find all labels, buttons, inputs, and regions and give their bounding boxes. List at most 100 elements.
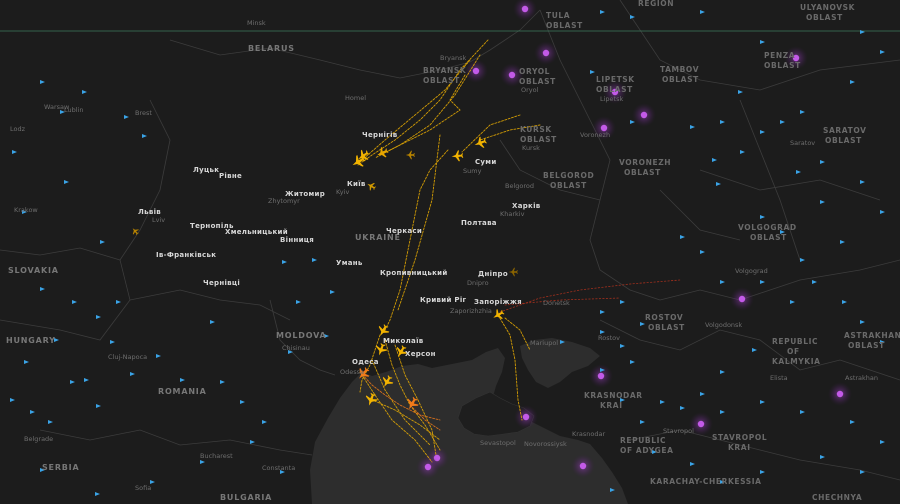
svg-text:Chisinau: Chisinau	[282, 344, 310, 352]
air-traffic-map[interactable]: BELARUS UKRAINE SLOVAKIA HUNGARY ROMANIA…	[0, 0, 900, 504]
label-belgorod-1: BELGOROD	[543, 171, 594, 180]
label-adygea-1: REPUBLIC	[620, 436, 666, 445]
label-kursk-1: KURSK	[520, 125, 552, 134]
label-lipetsk-1: LIPETSK	[596, 75, 635, 84]
label-stavropol-1: STAVROPOL	[712, 433, 767, 442]
city-chernivtsi: Чернівці	[203, 279, 240, 287]
label-tula-2: OBLAST	[546, 21, 583, 30]
svg-text:Saratov: Saratov	[790, 139, 815, 147]
svg-text:Lipetsk: Lipetsk	[600, 95, 623, 103]
svg-text:Kyiv: Kyiv	[336, 188, 349, 196]
label-tambov-1: TAMBOV	[660, 65, 699, 74]
svg-text:Homel: Homel	[345, 94, 366, 102]
city-kherson: Херсон	[405, 350, 436, 358]
label-kalmykia-3: KALMYKIA	[772, 357, 821, 366]
svg-text:Belgorod: Belgorod	[505, 182, 534, 190]
svg-text:Kharkiv: Kharkiv	[500, 210, 525, 218]
label-serbia: SERBIA	[42, 463, 79, 472]
label-oryol-1: ORYOL	[519, 67, 550, 76]
label-saratov-1: SARATOV	[823, 126, 867, 135]
label-bryansk-2: OBLAST	[423, 76, 460, 85]
city-sumy: Суми	[475, 158, 497, 166]
label-oryol-2: OBLAST	[519, 77, 556, 86]
svg-text:Zaporizhzhia: Zaporizhzhia	[450, 307, 492, 315]
svg-text:Constanta: Constanta	[262, 464, 295, 472]
svg-text:Bryansk: Bryansk	[440, 54, 466, 62]
svg-text:Zhytomyr: Zhytomyr	[268, 197, 300, 205]
map-canvas[interactable]: BELARUS UKRAINE SLOVAKIA HUNGARY ROMANIA…	[0, 0, 900, 504]
label-lipetsk-2: OBLAST	[596, 85, 633, 94]
svg-text:Lodz: Lodz	[10, 125, 26, 133]
city-odesa: Одеса	[352, 358, 379, 366]
label-adygea-2: OF ADYGEA	[620, 446, 674, 455]
city-ivano-frankivsk: Ів-Франківськ	[156, 251, 216, 259]
label-rostov-2: OBLAST	[648, 323, 685, 332]
label-volgograd-2: OBLAST	[750, 233, 787, 242]
svg-text:Belgrade: Belgrade	[24, 435, 53, 443]
city-kryvyi-rih: Кривий Ріг	[420, 296, 467, 304]
label-belgorod-2: OBLAST	[550, 181, 587, 190]
label-voronezh-1: VORONEZH	[619, 158, 671, 167]
svg-text:Astrakhan: Astrakhan	[845, 374, 878, 382]
label-belarus: BELARUS	[248, 44, 295, 53]
svg-text:Lublin: Lublin	[64, 106, 83, 114]
svg-text:Donetsk: Donetsk	[543, 299, 570, 307]
svg-text:Rostov: Rostov	[598, 334, 620, 342]
svg-text:Krasnodar: Krasnodar	[572, 430, 606, 438]
label-krasnodar-2: KRAI	[600, 401, 623, 410]
label-volgograd-1: VOLGOGRAD	[738, 223, 797, 232]
svg-text:Minsk: Minsk	[247, 19, 266, 27]
label-voronezh-2: OBLAST	[624, 168, 661, 177]
svg-text:Sumy: Sumy	[463, 167, 482, 175]
svg-text:Mariupol: Mariupol	[530, 339, 558, 347]
city-vinnytsia: Вінниця	[280, 236, 314, 244]
city-zaporizhzhia: Запоріжжя	[474, 298, 522, 306]
city-kropyvnytskyi: Кропивницький	[380, 269, 448, 277]
city-lutsk: Луцьк	[193, 166, 219, 174]
city-lviv: Львів	[138, 208, 161, 216]
svg-text:Stavropol: Stavropol	[663, 427, 694, 435]
label-penza-1: PENZA	[764, 51, 795, 60]
svg-text:Volgodonsk: Volgodonsk	[705, 321, 742, 329]
city-kharkiv: Харків	[512, 202, 541, 210]
label-stavropol-2: KRAI	[728, 443, 751, 452]
label-karachay: KARACHAY-CHERKESSIA	[650, 477, 762, 486]
svg-text:Lviv: Lviv	[152, 216, 165, 224]
label-slovakia: SLOVAKIA	[8, 266, 59, 275]
label-astrakhan-1: ASTRAKHAN	[844, 331, 900, 340]
svg-text:Oryol: Oryol	[521, 86, 539, 94]
label-region: REGION	[638, 0, 674, 8]
label-penza-2: OBLAST	[764, 61, 801, 70]
city-mykolaiv: Миколаїв	[383, 337, 424, 345]
label-kalmykia-2: OF	[787, 347, 800, 356]
svg-text:Dnipro: Dnipro	[467, 279, 489, 287]
svg-text:Sevastopol: Sevastopol	[480, 439, 516, 447]
city-rivne: Рівне	[219, 172, 242, 180]
svg-text:Brest: Brest	[135, 109, 152, 117]
svg-text:Voronezh: Voronezh	[580, 131, 610, 139]
label-saratov-2: OBLAST	[825, 136, 862, 145]
svg-text:Odessa: Odessa	[340, 368, 364, 376]
label-bulgaria: BULGARIA	[220, 493, 272, 502]
city-kyiv: Київ	[347, 180, 366, 188]
label-kalmykia-1: REPUBLIC	[772, 337, 818, 346]
label-rostov-1: ROSTOV	[645, 313, 683, 322]
label-ulyanovsk-2: OBLAST	[806, 13, 843, 22]
label-bryansk-1: BRYANSK	[423, 66, 467, 75]
label-moldova: MOLDOVA	[276, 331, 327, 340]
city-uman: Умань	[336, 259, 363, 267]
label-krasnodar-1: KRASNODAR	[584, 391, 643, 400]
label-kursk-2: OBLAST	[520, 135, 557, 144]
label-tambov-2: OBLAST	[662, 75, 699, 84]
svg-text:Novorossiysk: Novorossiysk	[524, 440, 567, 448]
city-chernihiv: Чернігів	[362, 131, 398, 139]
city-dnipro: Дніпро	[478, 270, 508, 278]
svg-text:Elista: Elista	[770, 374, 788, 382]
svg-text:Sofia: Sofia	[135, 484, 151, 492]
label-romania: ROMANIA	[158, 387, 207, 396]
label-hungary: HUNGARY	[6, 336, 56, 345]
city-khmelnytskyi: Хмельницький	[225, 228, 288, 236]
svg-text:Cluj-Napoca: Cluj-Napoca	[108, 353, 147, 361]
svg-text:Volgograd: Volgograd	[735, 267, 768, 275]
city-poltava: Полтава	[461, 219, 497, 227]
